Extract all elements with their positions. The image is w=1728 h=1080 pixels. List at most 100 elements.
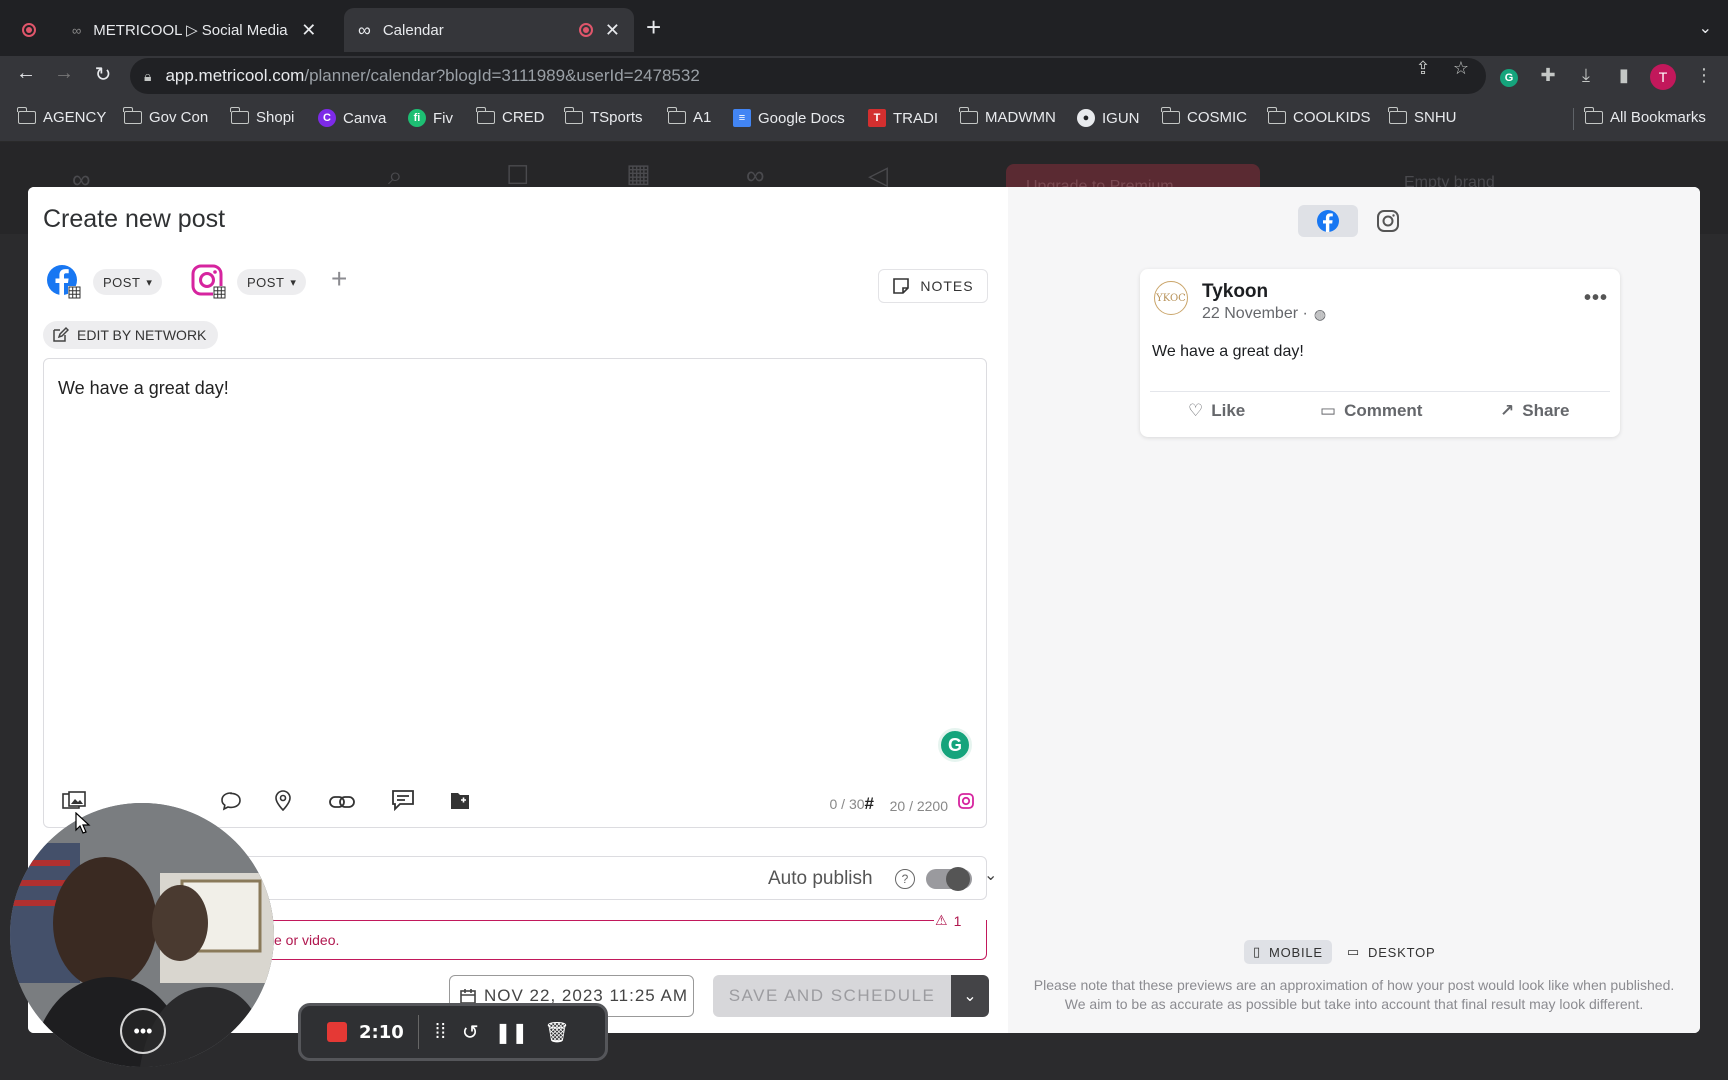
metricool-logo-icon: ∞	[358, 19, 371, 40]
tab-search-chevron-icon[interactable]: ⌄	[1699, 18, 1712, 38]
folder-icon	[667, 107, 686, 124]
save-options-chevron-icon[interactable]: ⌄	[951, 975, 989, 1017]
mobile-preview-button[interactable]: ▯ MOBILE	[1244, 940, 1332, 964]
post-text-editor[interactable]: We have a great day! G 0 / 30# 20 / 2200	[43, 358, 987, 828]
close-tab-icon[interactable]: ✕	[605, 20, 620, 41]
recording-indicator	[22, 8, 36, 52]
github-icon: ●	[1077, 109, 1095, 127]
bookmark-folder[interactable]: A1	[667, 107, 711, 126]
bookmark-star-icon[interactable]: ☆	[1449, 58, 1473, 79]
site-info-icon[interactable]: 🔒︎	[144, 68, 151, 85]
hashtag-counter: 0 / 30#	[829, 794, 875, 813]
link-shortener-icon[interactable]	[329, 793, 355, 816]
tab-title: METRICOOL ▷ Social Media M	[93, 22, 290, 39]
bookmarks-divider	[1573, 108, 1574, 130]
back-icon[interactable]: ←	[12, 62, 40, 85]
post-text[interactable]: We have a great day!	[58, 378, 229, 399]
bookmarks-bar: AGENCY Gov Con Shopi C Canva fi Fiv CRED T…	[0, 96, 1728, 142]
bookmark-folder[interactable]: COOLKIDS	[1267, 107, 1371, 126]
hashtag-icon[interactable]: #	[865, 794, 874, 813]
instagram-network-icon[interactable]	[191, 264, 227, 300]
instagram-post-type-select[interactable]: POST ▾	[237, 269, 307, 295]
instagram-small-icon	[958, 793, 974, 814]
location-icon[interactable]	[274, 789, 292, 816]
bookmark-link[interactable]: ≡ Google Docs	[733, 109, 845, 127]
restart-icon[interactable]: ↺	[462, 1020, 479, 1045]
globe-icon: ◍	[1313, 305, 1327, 322]
reload-icon[interactable]: ↻	[89, 62, 117, 87]
url-path: /planner/calendar?blogId=3111989&userId=…	[304, 66, 700, 85]
browser-menu-icon[interactable]: ⋮	[1692, 65, 1716, 86]
address-bar[interactable]: 🔒︎ app.metricool.com/planner/calendar?bl…	[130, 58, 1486, 94]
bookmark-link[interactable]: T TRADI	[868, 109, 938, 127]
bookmark-folder[interactable]: SNHU	[1388, 107, 1457, 126]
mouse-cursor-icon	[75, 812, 91, 834]
first-comment-icon[interactable]	[391, 789, 415, 816]
preview-tab-instagram[interactable]	[1358, 205, 1418, 237]
preview-disclaimer: Please note that these previews are an a…	[1033, 977, 1675, 1012]
comment-button[interactable]: ▭ Comment	[1320, 401, 1422, 421]
edit-by-network-button[interactable]: EDIT BY NETWORK	[43, 321, 219, 349]
share-button[interactable]: ↗ Share	[1500, 401, 1570, 421]
folder-icon	[1584, 107, 1603, 124]
browser-tab-metricool[interactable]: ∞ METRICOOL ▷ Social Media M ✕	[62, 8, 332, 52]
forward-icon[interactable]: →	[50, 62, 78, 85]
instagram-icon	[1377, 210, 1399, 232]
create-post-modal: Create new post POST ▾ POST ▾ + NOTES EDIT…	[28, 187, 1700, 1033]
auto-publish-label: Auto publish	[768, 868, 873, 889]
bookmark-folder[interactable]: COSMIC	[1161, 107, 1247, 126]
grammarly-icon[interactable]: G	[938, 728, 972, 762]
warning-icon: ⚠	[935, 912, 948, 928]
bookmark-folder[interactable]: CRED	[476, 107, 545, 126]
chevron-down-icon[interactable]: ⌄	[984, 865, 997, 885]
bookmark-folder[interactable]: Gov Con	[123, 107, 208, 126]
delete-icon[interactable]: 🗑︎	[544, 1020, 569, 1045]
extensions-icon[interactable]: ✚	[1536, 65, 1560, 86]
content-library-icon[interactable]	[449, 791, 471, 816]
stop-recording-button[interactable]	[327, 1022, 347, 1042]
auto-publish-toggle[interactable]	[926, 867, 972, 891]
browser-tab-bar: ∞ METRICOOL ▷ Social Media M ✕ ∞ Calenda…	[0, 0, 1728, 56]
help-icon[interactable]: ?	[895, 869, 915, 889]
new-tab-button[interactable]: +	[646, 14, 661, 40]
more-options-icon[interactable]: •••	[1584, 287, 1608, 310]
google-docs-icon: ≡	[733, 109, 751, 127]
comment-icon[interactable]	[220, 791, 242, 816]
close-tab-icon[interactable]: ✕	[301, 20, 316, 41]
browser-tab-calendar[interactable]: ∞ Calendar ✕	[344, 8, 634, 52]
character-counter: 20 / 2200	[889, 798, 948, 814]
bookmark-folder[interactable]: TSports	[564, 107, 643, 126]
folder-icon	[1388, 107, 1407, 124]
download-icon[interactable]: ⤓	[1574, 65, 1598, 86]
tradi-icon: T	[868, 109, 886, 127]
all-bookmarks-button[interactable]: All Bookmarks	[1584, 107, 1706, 126]
facebook-icon	[1317, 210, 1339, 232]
bookmark-folder[interactable]: Shopi	[230, 107, 294, 126]
bookmark-folder[interactable]: MADWMN	[959, 107, 1056, 126]
like-button[interactable]: ♡ Like	[1188, 401, 1245, 421]
bookmark-link[interactable]: ● IGUN	[1077, 109, 1140, 127]
account-name: Tykoon	[1202, 281, 1269, 302]
profile-avatar[interactable]: T	[1650, 64, 1676, 90]
bookmark-link[interactable]: C Canva	[318, 109, 386, 127]
grid-icon[interactable]: ⁞⁞	[435, 1021, 446, 1044]
grammarly-extension-icon[interactable]: G	[1497, 65, 1521, 87]
preview-tab-facebook[interactable]	[1298, 205, 1358, 237]
webcam-options-button[interactable]: •••	[120, 1008, 166, 1054]
pause-icon[interactable]: ❚❚	[495, 1020, 529, 1045]
save-and-schedule-button[interactable]: SAVE AND SCHEDULE	[713, 975, 951, 1017]
warning-count[interactable]: ⚠ 1	[935, 912, 961, 929]
bookmark-link[interactable]: fi Fiv	[408, 109, 453, 127]
planner-icon: ▦	[626, 158, 651, 188]
notes-button[interactable]: NOTES	[878, 269, 988, 303]
device-toggle: ▯ MOBILE ▭ DESKTOP	[1244, 940, 1445, 964]
folder-icon	[230, 107, 249, 124]
mobile-icon: ▯	[1253, 944, 1261, 959]
facebook-post-type-select[interactable]: POST ▾	[93, 269, 163, 295]
add-network-button[interactable]: +	[331, 263, 347, 295]
bookmark-folder[interactable]: AGENCY	[17, 107, 106, 126]
facebook-network-icon[interactable]	[46, 264, 82, 300]
desktop-preview-button[interactable]: ▭ DESKTOP	[1338, 940, 1445, 964]
side-panel-icon[interactable]: ▮	[1612, 65, 1636, 86]
share-icon[interactable]: ⇪	[1411, 58, 1435, 79]
